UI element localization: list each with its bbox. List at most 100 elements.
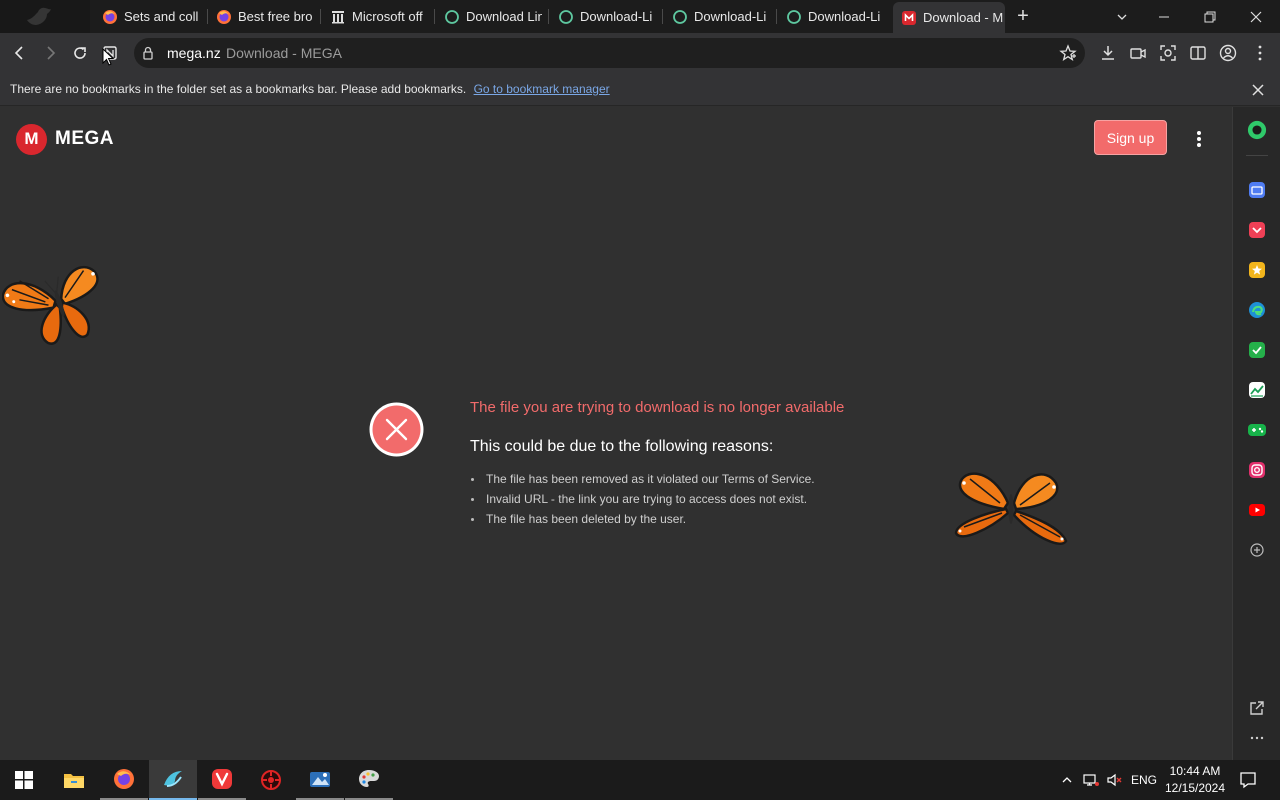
sidebar-add-button[interactable] <box>1247 540 1267 560</box>
lock-icon <box>143 46 153 60</box>
taskbar-photo-app[interactable] <box>296 760 344 800</box>
sidebar-games[interactable] <box>1247 420 1267 440</box>
tab-download-link-3[interactable]: Download-Li <box>672 4 770 29</box>
screen-record-button[interactable] <box>1128 43 1148 63</box>
url-page-title: Download - MEGA <box>226 45 342 61</box>
paint-palette-icon <box>359 770 379 787</box>
error-title: The file you are trying to download is n… <box>470 399 845 416</box>
tab-download-link-2[interactable]: Download-Li <box>558 4 656 29</box>
arrow-right-icon <box>47 46 56 60</box>
split-screen-button[interactable] <box>1188 43 1208 63</box>
volume-button[interactable] <box>1104 760 1126 800</box>
firefox-icon <box>216 9 232 25</box>
forward-button[interactable] <box>37 40 63 66</box>
reload-button[interactable] <box>67 40 93 66</box>
profile-button[interactable] <box>1218 43 1238 63</box>
arrow-left-icon <box>14 46 23 60</box>
tab-label: Download - M <box>923 10 1004 25</box>
taskbar-media-app[interactable] <box>247 760 295 800</box>
close-icon[interactable] <box>1250 82 1266 98</box>
notification-icon <box>1240 772 1256 789</box>
start-button[interactable] <box>0 760 48 800</box>
loading-ring-icon <box>786 9 802 25</box>
tab-label: Best free bro <box>238 9 313 24</box>
notifications-button[interactable] <box>1236 760 1260 800</box>
close-icon <box>1250 11 1262 22</box>
sidebar-whatsapp[interactable] <box>1247 340 1267 360</box>
sidebar-favorites[interactable] <box>1247 260 1267 280</box>
clock-date: 12/15/2024 <box>1164 781 1226 795</box>
windows-logo-icon <box>15 771 33 789</box>
new-tab-button[interactable]: + <box>1012 5 1034 27</box>
tab-sets-and-collections[interactable]: Sets and coll <box>102 4 202 29</box>
tab-download-link-4[interactable]: Download-Li <box>786 4 884 29</box>
taskbar-clock[interactable]: 10:44 AM 12/15/2024 <box>1160 763 1230 797</box>
more-horizontal-icon <box>1250 736 1264 740</box>
sidebar-stocks[interactable] <box>1247 380 1267 400</box>
mega-logo[interactable]: M MEGA <box>16 123 114 155</box>
taskbar-active-browser[interactable] <box>149 760 197 800</box>
tab-download-mega[interactable]: Download - M <box>893 2 1005 33</box>
photo-app-icon <box>310 772 330 787</box>
page-menu-button[interactable] <box>1190 129 1208 149</box>
taskbar-paint-app[interactable] <box>345 760 393 800</box>
split-screen-icon <box>1190 46 1206 60</box>
restore-button[interactable] <box>1187 0 1233 33</box>
tab-separator <box>434 9 435 24</box>
taskbar-firefox[interactable] <box>100 760 148 800</box>
network-status-button[interactable] <box>1080 760 1102 800</box>
sidebar-wallet[interactable] <box>1247 180 1267 200</box>
volume-muted-icon <box>1107 773 1122 787</box>
browser-menu-button[interactable] <box>1250 43 1270 63</box>
tab-label: Sets and coll <box>124 9 199 24</box>
browser-sidebar <box>1232 107 1280 760</box>
more-vertical-icon <box>1258 45 1262 61</box>
tab-search-button[interactable] <box>1099 0 1145 33</box>
tab-separator <box>662 9 663 24</box>
mega-badge: M <box>16 123 47 155</box>
sign-up-button[interactable]: Sign up <box>1094 120 1167 155</box>
restore-icon <box>1204 11 1216 22</box>
tab-microsoft-office[interactable]: Microsoft off <box>330 4 428 29</box>
sidebar-youtube[interactable] <box>1247 500 1267 520</box>
loading-ring-icon <box>558 9 574 25</box>
input-language-button[interactable]: ENG <box>1128 760 1160 800</box>
url-host: mega.nz <box>167 45 221 61</box>
minimize-button[interactable] <box>1141 0 1187 33</box>
downloads-button[interactable] <box>1098 43 1118 63</box>
copilot-button[interactable] <box>1247 120 1267 140</box>
tab-strip: Sets and coll Best free bro Microsoft of… <box>0 0 1280 33</box>
tab-label: Download-Li <box>694 9 767 24</box>
gear-app-icon <box>261 770 281 790</box>
instagram-icon <box>1249 462 1265 478</box>
sidebar-pocket[interactable] <box>1247 220 1267 240</box>
screenshot-button[interactable] <box>1158 43 1178 63</box>
tab-best-free-browsers[interactable]: Best free bro <box>216 4 314 29</box>
address-bar[interactable]: mega.nz Download - MEGA <box>134 38 1085 68</box>
chevron-up-icon <box>1062 777 1072 783</box>
profile-icon <box>1219 44 1237 62</box>
tab-download-link-1[interactable]: Download Lin <box>444 4 542 29</box>
bookmark-manager-link[interactable]: Go to bookmark manager <box>474 82 610 96</box>
vivaldi-icon <box>212 769 232 789</box>
close-window-button[interactable] <box>1233 0 1279 33</box>
show-hidden-icons-button[interactable] <box>1056 760 1078 800</box>
clock-time: 10:44 AM <box>1169 764 1221 778</box>
back-button[interactable] <box>7 40 33 66</box>
youtube-icon <box>1249 504 1265 516</box>
sidebar-more-button[interactable] <box>1247 728 1267 748</box>
butterfly-decoration <box>954 472 1068 545</box>
taskbar-vivaldi[interactable] <box>198 760 246 800</box>
tab-separator <box>207 9 208 24</box>
bird-silhouette-icon <box>27 7 51 26</box>
sidebar-edge[interactable] <box>1247 300 1267 320</box>
list-item: Invalid URL - the link you are trying to… <box>470 489 815 509</box>
sidebar-instagram[interactable] <box>1247 460 1267 480</box>
edge-icon <box>1249 302 1265 318</box>
columns-icon <box>330 9 346 25</box>
add-favorite-icon[interactable] <box>1059 44 1077 62</box>
tab-separator <box>548 9 549 24</box>
favorites-icon <box>1249 262 1265 278</box>
sidebar-open-external-button[interactable] <box>1247 698 1267 718</box>
taskbar-file-explorer[interactable] <box>50 760 98 800</box>
